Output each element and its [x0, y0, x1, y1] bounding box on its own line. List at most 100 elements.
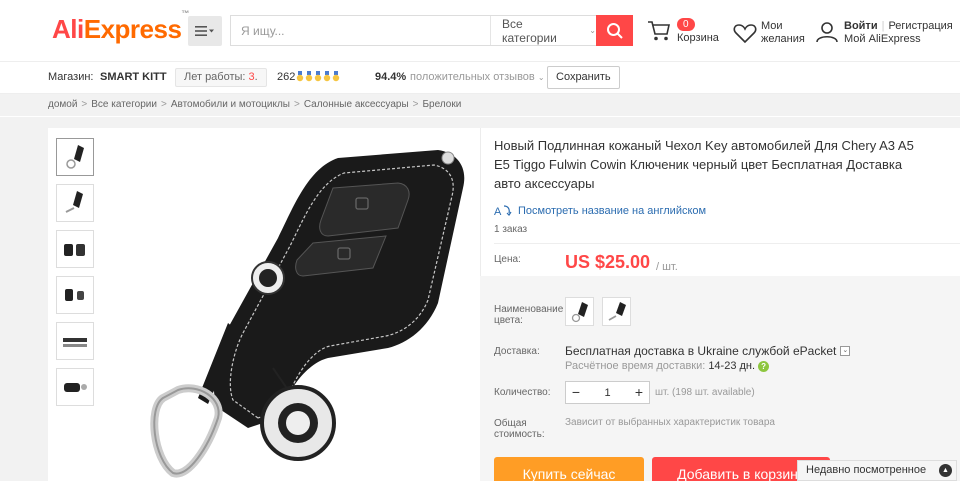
hamburger-icon	[195, 26, 214, 36]
save-store-button[interactable]: Сохранить	[547, 66, 620, 89]
product-thumbnail[interactable]	[56, 230, 94, 268]
shipping-method-text: Бесплатная доставка в Ukraine службой eP…	[565, 344, 837, 358]
positive-feedback-label: положительных отзывов	[410, 71, 535, 83]
color-swatch-option[interactable]	[602, 297, 631, 326]
store-years-badge: Лет работы: 3.	[175, 68, 267, 87]
key-case-swatch-image	[608, 301, 626, 321]
eta-label: Расчётное время доставки:	[565, 360, 706, 372]
product-thumbnail[interactable]	[56, 322, 94, 360]
account-line-1: Войти | Регистрация	[844, 20, 953, 32]
breadcrumb-all-categories[interactable]: Все категории	[91, 99, 157, 110]
quantity-increase-button[interactable]: +	[629, 382, 649, 403]
key-case-thumbnail	[63, 338, 87, 347]
quantity-label: Количество:	[494, 387, 551, 398]
breadcrumb: домой > Все категории > Автомобили и мотоцик…	[0, 94, 960, 116]
recently-viewed-label: Недавно посмотренное	[806, 464, 927, 476]
key-case-swatch-image	[571, 301, 588, 322]
leather-key-case-image	[150, 150, 465, 478]
key-case-thumbnail	[65, 289, 84, 301]
user-icon	[816, 22, 838, 43]
breadcrumb-interior-accessories[interactable]: Салонные аксессуары	[304, 99, 409, 110]
store-medals	[296, 71, 340, 82]
breadcrumb-separator: >	[412, 99, 419, 110]
translate-icon: A	[494, 205, 512, 217]
medal-icon	[305, 71, 313, 82]
search-input[interactable]	[231, 16, 490, 45]
delivery-estimate: Расчётное время доставки: 14-23 дн. ?	[565, 360, 770, 372]
breadcrumb-separator: >	[294, 99, 300, 110]
total-price-label: Общая стоимость:	[494, 418, 545, 440]
cart-icon	[648, 21, 670, 41]
heart-icon	[733, 24, 757, 44]
medal-icon	[314, 71, 322, 82]
key-case-thumbnail	[64, 244, 85, 256]
breadcrumb-home[interactable]: домой	[48, 99, 77, 110]
medal-icon	[332, 71, 340, 82]
aliexpress-logo[interactable]: AliExpress™	[52, 9, 189, 45]
key-case-thumbnail	[64, 383, 87, 392]
category-dropdown[interactable]: Все категории ⌄	[490, 16, 596, 45]
recently-viewed-tab[interactable]: Недавно посмотренное ▲	[797, 460, 957, 481]
product-thumbnail[interactable]	[56, 276, 94, 314]
help-icon[interactable]: ?	[758, 360, 770, 372]
store-bar: Магазин: SMART KITT Лет работы: 3. 262 9…	[0, 62, 960, 94]
translate-title-label: Посмотреть название на английском	[518, 204, 707, 217]
product-thumbnail[interactable]	[56, 184, 94, 222]
product-thumbnail[interactable]	[56, 368, 94, 406]
eta-days: 14-23 дн.	[708, 360, 756, 372]
price-value: US $25.00	[565, 252, 651, 272]
color-swatch-option[interactable]	[565, 297, 594, 326]
shipping-label: Доставка:	[494, 346, 540, 357]
key-case-thumbnail	[66, 145, 84, 169]
chevron-up-icon: ▲	[939, 464, 952, 477]
store-name-link[interactable]: SMART KITT	[100, 62, 167, 93]
quantity-stepper: − 1 +	[565, 381, 650, 404]
thumbnail-strip	[56, 138, 94, 414]
store-rating-number: 262	[277, 71, 296, 83]
svg-text:A: A	[494, 206, 502, 217]
chevron-down-icon: ⌄	[589, 26, 596, 35]
breadcrumb-separator: >	[81, 99, 88, 110]
color-label: Наименование цвета:	[494, 304, 564, 326]
category-menu-button[interactable]	[188, 16, 222, 46]
logo-ali-text: Ali	[52, 14, 84, 44]
quantity-input[interactable]: 1	[586, 387, 629, 399]
account-separator: |	[881, 20, 885, 32]
site-header: AliExpress™ Все категории ⌄ 0 Корзин	[0, 0, 960, 62]
product-card: Новый Подлинная кожаный Чехол Key автомо…	[48, 128, 960, 481]
medal-icon	[323, 71, 331, 82]
product-main-image[interactable]	[108, 128, 508, 481]
my-aliexpress-link[interactable]: Мой AliExpress	[844, 33, 921, 45]
logo-express-text: Express	[83, 14, 182, 44]
breadcrumb-keychains[interactable]: Брелоки	[422, 99, 461, 110]
chevron-down-icon: ⌄	[537, 73, 545, 82]
category-dropdown-label: Все категории	[502, 16, 557, 45]
product-thumbnail[interactable]	[56, 138, 94, 176]
translate-title-link[interactable]: A Посмотреть название на английском	[494, 204, 707, 218]
cart-count-badge: 0	[677, 18, 695, 31]
price-unit: / шт.	[656, 261, 678, 273]
quantity-available: шт. (198 шт. available)	[655, 387, 755, 398]
breadcrumb-automotive[interactable]: Автомобили и мотоциклы	[171, 99, 290, 110]
shipping-method-dropdown[interactable]: Бесплатная доставка в Ukraine службой eP…	[565, 344, 851, 358]
search-button[interactable]	[596, 15, 633, 46]
signin-link[interactable]: Войти	[844, 20, 878, 32]
register-link[interactable]: Регистрация	[888, 20, 952, 32]
buy-now-button[interactable]: Купить сейчас	[494, 457, 644, 481]
search-bar: Все категории ⌄	[230, 15, 633, 46]
wishlist-link[interactable]: Мои желания	[733, 20, 813, 50]
quantity-decrease-button[interactable]: −	[566, 382, 586, 403]
main-area: Новый Подлинная кожаный Чехол Key автомо…	[0, 117, 960, 481]
total-price-text: Зависит от выбранных характеристик товар…	[565, 417, 775, 428]
years-label: Лет работы:	[184, 71, 246, 83]
breadcrumb-separator: >	[160, 99, 167, 110]
price-label: Цена:	[494, 254, 521, 265]
product-title: Новый Подлинная кожаный Чехол Key автомо…	[494, 138, 914, 191]
cart-link[interactable]: 0 Корзина	[647, 18, 727, 48]
key-case-thumbnail	[65, 191, 83, 213]
account-menu[interactable]: Войти | Регистрация Мой AliExpress	[815, 20, 955, 50]
chevron-down-icon: ⌄	[840, 346, 851, 356]
product-info: Новый Подлинная кожаный Чехол Key автомо…	[480, 128, 960, 481]
positive-feedback-dropdown[interactable]: положительных отзывов ⌄	[410, 62, 545, 93]
store-label: Магазин:	[48, 71, 94, 83]
